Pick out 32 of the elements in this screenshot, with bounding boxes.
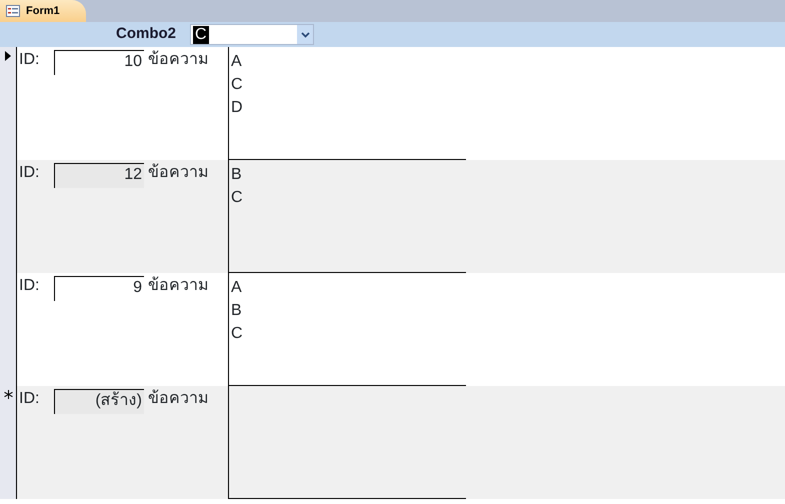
message-label: ข้อความ <box>147 163 210 183</box>
id-label: ID: <box>18 163 40 183</box>
list-item[interactable]: D <box>231 96 243 119</box>
list-item[interactable]: A <box>231 276 242 299</box>
dropdown-button[interactable] <box>297 25 313 44</box>
id-label: ID: <box>18 50 40 70</box>
id-field[interactable]: 12 <box>54 163 144 188</box>
chevron-down-icon <box>300 32 310 38</box>
current-record-icon <box>5 51 11 61</box>
list-item[interactable]: C <box>231 322 243 345</box>
record-selector[interactable] <box>0 47 17 160</box>
form-icon <box>6 5 20 17</box>
list-box[interactable]: A B C <box>228 273 466 386</box>
id-field[interactable]: 9 <box>54 276 144 301</box>
combo-label: Combo2 <box>116 24 176 44</box>
id-field[interactable]: (สร้าง) <box>54 389 144 414</box>
form-tab[interactable]: Form1 <box>0 0 86 22</box>
list-box[interactable]: A C D <box>228 47 466 160</box>
id-field[interactable]: 10 <box>54 50 144 75</box>
id-label: ID: <box>18 276 40 296</box>
id-label: ID: <box>18 389 40 409</box>
list-item[interactable]: B <box>231 299 242 322</box>
new-record-icon <box>4 390 12 399</box>
message-label: ข้อความ <box>147 276 210 296</box>
message-label: ข้อความ <box>147 389 210 409</box>
list-item[interactable]: C <box>231 73 243 96</box>
list-item[interactable]: B <box>231 163 242 186</box>
record-selector[interactable] <box>0 386 17 499</box>
list-item[interactable]: A <box>231 50 242 73</box>
message-label: ข้อความ <box>147 50 210 70</box>
list-item[interactable]: C <box>231 186 243 209</box>
combo-box[interactable]: C <box>190 24 314 45</box>
